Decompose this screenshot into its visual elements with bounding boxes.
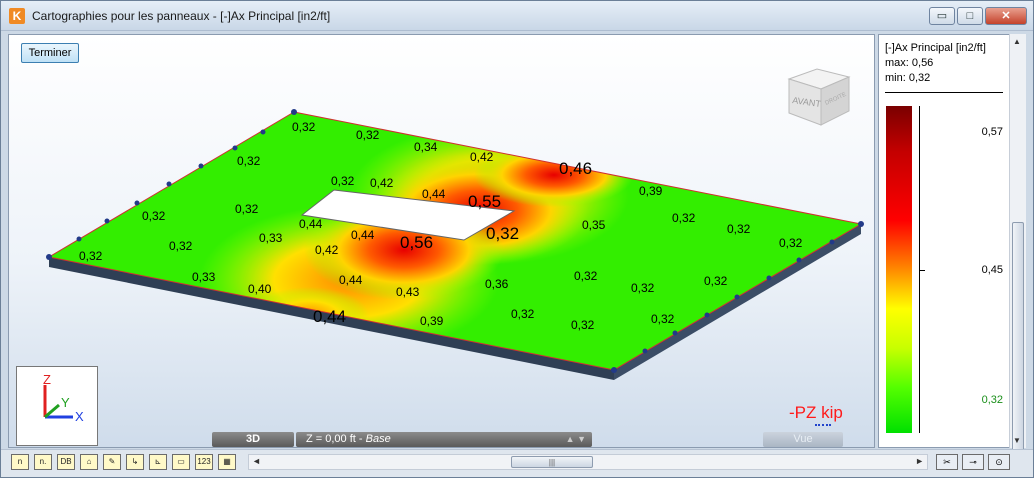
legend-min: min: 0,32 [885,72,931,84]
plate-value-label: 0,32 [727,222,751,236]
3d-viewport[interactable]: 0,32 0,32 0,34 0,42 0,46 0,32 0,32 0,42 0,44 0,55… [8,34,875,448]
plate-value-label: 0,55 [468,192,501,211]
plate-value-label: 0,44 [422,187,446,201]
plate-value-label: 0,36 [485,277,509,291]
plate-value-label: 0,39 [639,184,663,198]
plate-value-label: 0,42 [315,243,339,257]
window-title: Cartographies pour les panneaux - [-]Ax … [32,9,331,23]
title-bar[interactable]: K Cartographies pour les panneaux - [-]A… [1,1,1033,31]
legend-panel: [-]Ax Principal [in2/ft] max: 0,56 min: … [878,34,1026,448]
toolbar-tool-icon[interactable]: n [11,454,29,470]
plate-value-label: 0,32 [631,281,655,295]
plate-value-label: 0,44 [339,273,363,287]
plate-value-label: 0,44 [313,307,346,326]
plate-value-label: 0,32 [237,154,261,168]
toolbar-right-tool-icon[interactable]: ⊙ [988,454,1010,470]
maximize-button[interactable]: □ [957,7,983,25]
y-axis-label: Y [61,395,70,410]
toolbar-tool-icon[interactable]: ⌂ [80,454,98,470]
legend-scrollbar-thumb[interactable] [1012,222,1024,452]
toolbar-tool-icon[interactable]: ↳ [126,454,144,470]
axis-triad: Z Y X [16,366,98,446]
scroll-up-icon[interactable]: ▲ [1013,37,1021,46]
minimize-button[interactable]: ▭ [929,7,955,25]
plate-value-label: 0,32 [571,318,595,332]
plate-value-label: 0,42 [470,150,494,164]
y-axis-icon [44,403,60,419]
scroll-down-icon[interactable]: ▼ [1013,436,1021,445]
legend-max: max: 0,56 [885,57,934,69]
toolbar-tool-icon[interactable]: ▭ [172,454,190,470]
view-button[interactable]: Vue [763,432,843,447]
z-axis-label: Z [43,372,51,387]
legend-separator [885,92,1003,93]
z-level-selector[interactable]: Z = 0,00 ft - Base ▲ ▼ [296,432,592,447]
terminer-button[interactable]: Terminer [21,43,79,63]
plate-value-label: 0,56 [400,233,433,252]
horizontal-scrollbar-thumb[interactable]: ||| [511,456,593,468]
plate-value-label: 0,32 [486,224,519,243]
plate-value-label: 0,32 [672,211,696,225]
plate-value-label: 0,33 [192,270,216,284]
plate-value-label: 0,44 [351,228,375,242]
toolbar-tool-icon[interactable]: ⊾ [149,454,167,470]
plate-value-label: 0,32 [142,209,166,223]
plate-value-label: 0,33 [259,231,283,245]
plate-value-label: 0,43 [396,285,420,299]
plate-value-label: 0,39 [420,314,444,328]
plate-value-label: 0,44 [299,217,323,231]
plate-value-label: 0,32 [331,174,355,188]
x-axis-label: X [75,409,84,424]
plate-value-label: 0,32 [704,274,728,288]
toolbar-tool-icon[interactable]: DB [57,454,75,470]
toolbar-tool-icon[interactable]: 123 [195,454,213,470]
plate-value-label: 0,32 [574,269,598,283]
plate-value-label: 0,42 [370,176,394,190]
scroll-right-icon[interactable]: ► [915,456,924,466]
plate-value-label: 0,34 [414,140,438,154]
plate-value-label: 0,35 [582,218,606,232]
view-mode-button[interactable]: 3D [212,432,294,447]
plate-value-label: 0,32 [779,236,803,250]
z-level-value: Z = 0,00 ft [306,433,356,445]
horizontal-scrollbar[interactable]: ◄ ||| ► [248,454,928,470]
viewcube[interactable]: AVANT DROITE [777,51,857,131]
legend-title: [-]Ax Principal [in2/ft] [885,42,986,54]
plate-value-label: 0,32 [169,239,193,253]
app-icon[interactable]: K [9,8,25,24]
plate-value-label: 0,32 [356,128,380,142]
legend-scrollbar[interactable]: ▲ ▼ [1009,34,1026,452]
load-case-underline [815,424,831,426]
panel-contour-map[interactable]: 0,32 0,32 0,34 0,42 0,46 0,32 0,32 0,42 0,44 0,55… [9,35,874,447]
legend-value-high: 0,57 [981,126,1003,138]
toolbar-tool-icon[interactable]: ▦ [218,454,236,470]
plate-value-label: 0,32 [235,202,259,216]
close-button[interactable]: ✕ [985,7,1027,25]
z-level-arrows-icon[interactable]: ▲ ▼ [566,432,586,447]
toolbar-tool-icon[interactable]: n. [34,454,52,470]
scroll-left-icon[interactable]: ◄ [252,456,261,466]
main-window: K Cartographies pour les panneaux - [-]A… [0,0,1034,478]
legend-value-mid: 0,45 [981,264,1003,276]
legend-tick [919,270,925,271]
plate-value-label: 0,46 [559,159,592,178]
toolbar-tool-icon[interactable]: ✎ [103,454,121,470]
bottom-toolbar: n n. DB ⌂ ✎ ↳ ⊾ ▭ 123 ▦ ◄ ||| ► ✂ ⊸ ⊙ [1,449,1033,477]
plate-value-label: 0,32 [651,312,675,326]
toolbar-right-tool-icon[interactable]: ⊸ [962,454,984,470]
load-case-label: -PZ kip [789,403,843,422]
plate-value-label: 0,32 [292,120,316,134]
plate-value-label: 0,32 [511,307,535,321]
legend-value-low: 0,32 [981,394,1003,406]
z-level-story: Base [365,433,391,445]
plate-value-label: 0,32 [79,249,103,263]
toolbar-right-tool-icon[interactable]: ✂ [936,454,958,470]
legend-color-bar [886,106,912,433]
plate-value-label: 0,40 [248,282,272,296]
